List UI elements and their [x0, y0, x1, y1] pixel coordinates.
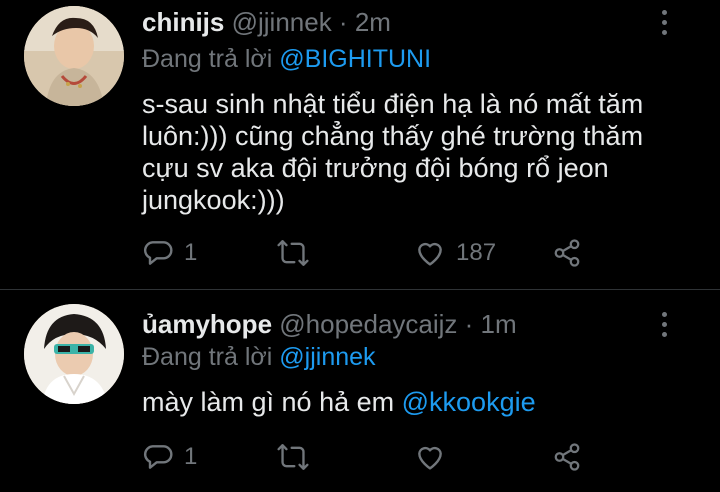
tweet-header: chinijs @jjinnek · 2m [142, 2, 391, 42]
retweet-icon [276, 237, 310, 269]
tweet-text: s-sau sinh nhật tiểu điện hạ là nó mất t… [142, 88, 643, 216]
like-button[interactable]: 187 [414, 233, 496, 273]
more-icon[interactable] [654, 4, 674, 40]
text-line: luôn:))) cũng chẳng thấy ghé trường thăm [142, 121, 644, 151]
like-icon [414, 441, 446, 473]
replying-prefix: Đang trả lời [142, 45, 280, 73]
text-line: jungkook:))) [142, 185, 285, 215]
timestamp[interactable]: 1m [481, 309, 517, 339]
share-icon [552, 238, 582, 268]
timestamp[interactable]: 2m [355, 7, 391, 37]
retweet-button[interactable] [276, 437, 320, 477]
tweet-text-prefix: mày làm gì nó hả em [142, 387, 402, 417]
mention-link[interactable]: @jjinnek [279, 343, 375, 371]
retweet-icon [276, 441, 310, 473]
text-line: mày làm gì nó hả em @kkookgie [142, 386, 536, 418]
reply-icon [142, 237, 174, 269]
text-line: cựu sv aka đội trưởng đội bóng rổ jeon [142, 153, 609, 183]
tweet[interactable]: ủamyhope @hopedaycaijz · 1m Đang trả lời… [0, 290, 720, 492]
replying-to: Đang trả lời @jjinnek [142, 339, 376, 375]
display-name[interactable]: ủamyhope [142, 309, 272, 339]
tweet-header: ủamyhope @hopedaycaijz · 1m [142, 304, 517, 344]
reply-count: 1 [184, 239, 198, 266]
handle[interactable]: @jjinnek [232, 7, 332, 37]
replying-to: Đang trả lời @BIGHITUNI [142, 41, 431, 77]
reply-button[interactable]: 1 [142, 233, 197, 273]
separator: · [331, 7, 355, 37]
tweet[interactable]: chinijs @jjinnek · 2m Đang trả lời @BIGH… [0, 0, 720, 289]
mention-link[interactable]: @BIGHITUNI [279, 45, 431, 73]
more-icon[interactable] [654, 306, 674, 342]
share-button[interactable] [552, 437, 582, 477]
reply-icon [142, 441, 174, 473]
retweet-button[interactable] [276, 233, 320, 273]
like-count: 187 [456, 239, 497, 266]
tweet-text: mày làm gì nó hả em @kkookgie [142, 386, 536, 418]
share-icon [552, 442, 582, 472]
reply-count: 1 [184, 443, 198, 470]
text-line: s-sau sinh nhật tiểu điện hạ là nó mất t… [142, 89, 644, 119]
separator: · [457, 309, 481, 339]
like-button[interactable] [414, 437, 456, 477]
mention-link[interactable]: @kkookgie [402, 387, 536, 417]
replying-prefix: Đang trả lời [142, 343, 280, 371]
reply-button[interactable]: 1 [142, 437, 197, 477]
avatar[interactable] [24, 6, 124, 106]
like-icon [414, 237, 446, 269]
handle[interactable]: @hopedaycaijz [279, 309, 457, 339]
display-name[interactable]: chinijs [142, 7, 224, 37]
share-button[interactable] [552, 233, 582, 273]
avatar[interactable] [24, 304, 124, 404]
